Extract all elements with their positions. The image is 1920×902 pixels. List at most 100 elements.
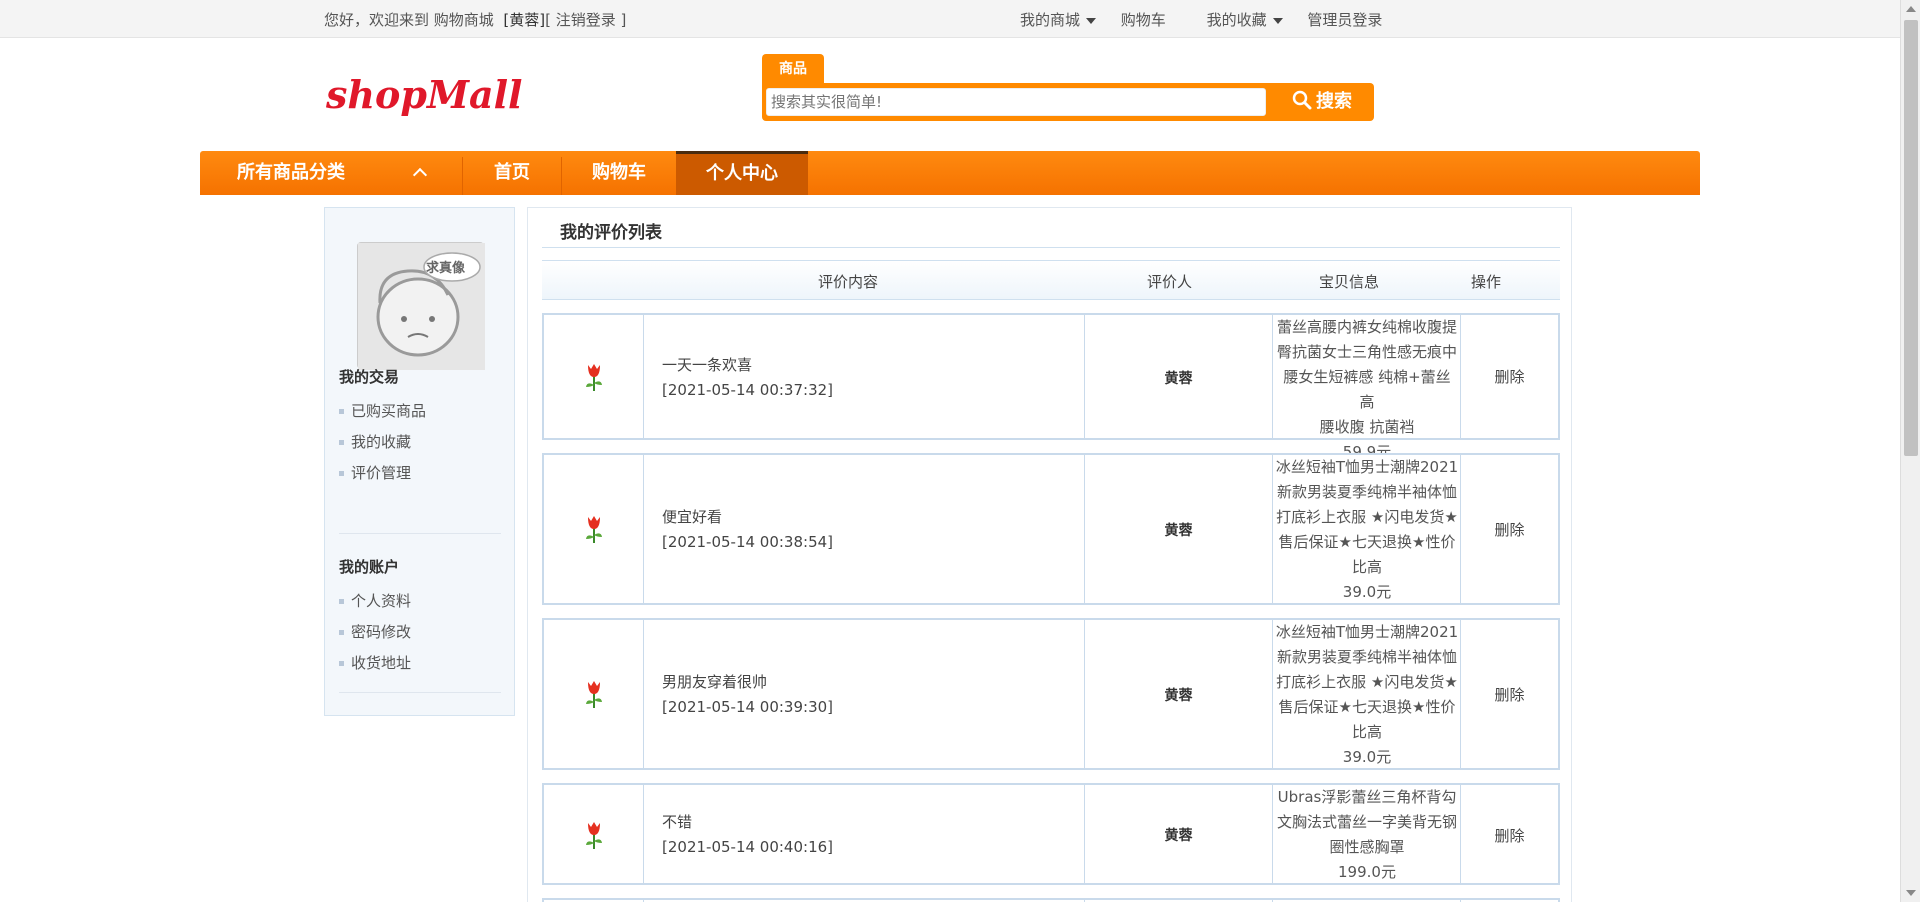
table-row: 男朋友穿着很帅 [2021-05-14 00:39:30] 黄蓉 冰丝短袖T恤男… xyxy=(542,618,1560,770)
review-list-panel: 我的评价列表 评价内容 评价人 宝贝信息 操作 一天一条欢喜 [2021-05-… xyxy=(527,207,1572,902)
review-time: [2021-05-14 00:40:16] xyxy=(662,838,834,856)
review-content-cell: 不错 [2021-05-14 00:40:16] xyxy=(644,785,1085,883)
sidebar: 求真像 我的交易 已购买商品 我的收藏 评价管理 我的账户 个人资料 密码修改 … xyxy=(324,207,515,716)
sidebar-item-profile[interactable]: 个人资料 xyxy=(339,590,411,611)
action-cell: 删除 xyxy=(1461,785,1558,883)
flower-icon xyxy=(586,681,602,708)
favorites-label: 我的收藏 xyxy=(1206,11,1267,29)
scroll-up-icon[interactable] xyxy=(1906,6,1916,12)
goods-title-line[interactable]: 冰丝短袖T恤男士潮牌2021 xyxy=(1275,455,1459,480)
column-header-reviewer: 评价人 xyxy=(1147,273,1193,291)
goods-price: 39.0元 xyxy=(1342,583,1392,601)
table-row: 一天一条欢喜 [2021-05-14 00:37:32] 黄蓉 蕾丝高腰内裤女纯… xyxy=(542,313,1560,461)
search-button[interactable]: 搜索 xyxy=(1274,88,1370,116)
review-text: 一天一条欢喜 xyxy=(662,356,753,374)
goods-title-line[interactable]: 蕾丝高腰内裤女纯棉收腹提 xyxy=(1275,315,1459,340)
goods-title-line[interactable]: 新款男装夏季纯棉半袖体恤 xyxy=(1275,645,1459,670)
search-button-label: 搜索 xyxy=(1316,91,1352,112)
avatar-caption: 求真像 xyxy=(426,261,466,276)
top-bar: 您好，欢迎来到 购物商城 [黄蓉][ 注销登录 ] 我的商城 购物车 我的收藏 … xyxy=(0,0,1900,38)
delete-button[interactable]: 删除 xyxy=(1461,366,1558,387)
goods-title-line[interactable]: 腰收腹 抗菌裆 xyxy=(1275,415,1459,440)
goods-title-line[interactable]: 打底衫上衣服 ★闪电发货★ xyxy=(1275,670,1459,695)
search-box: 搜索 xyxy=(762,83,1374,121)
chevron-down-icon xyxy=(1272,17,1283,24)
review-time: [2021-05-14 00:39:30] xyxy=(662,698,834,716)
table-row: 不错 [2021-05-14 00:40:16] 黄蓉 Ubras浮影蕾丝三角杯… xyxy=(542,783,1560,885)
section-title-trade: 我的交易 xyxy=(339,368,400,386)
reviewer-name: 黄蓉 xyxy=(1164,371,1193,387)
flower-icon xyxy=(586,364,602,391)
all-categories-label: 所有商品分类 xyxy=(237,162,345,183)
sidebar-item-address[interactable]: 收货地址 xyxy=(339,652,411,673)
avatar[interactable]: 求真像 xyxy=(357,242,485,370)
all-categories-menu[interactable]: 所有商品分类 xyxy=(200,151,462,195)
goods-cell: 冰丝短袖T恤男士潮牌2021 新款男装夏季纯棉半袖体恤 打底衫上衣服 ★闪电发货… xyxy=(1273,455,1461,603)
reviewer-name: 黄蓉 xyxy=(1164,828,1193,844)
delete-button[interactable]: 删除 xyxy=(1461,519,1558,540)
action-cell: 删除 xyxy=(1461,455,1558,603)
page-scrollbar[interactable] xyxy=(1900,0,1920,902)
goods-title-line[interactable]: 售后保证★七天退换★性价 xyxy=(1275,530,1459,555)
goods-title-line[interactable]: 比高 xyxy=(1275,720,1459,745)
table-row: 便宜好看 [2021-05-14 00:38:54] 黄蓉 冰丝短袖T恤男士潮牌… xyxy=(542,453,1560,605)
goods-title-line[interactable]: 圈性感胸罩 xyxy=(1275,835,1459,860)
flower-icon xyxy=(586,516,602,543)
page-title: 我的评价列表 xyxy=(560,223,662,243)
avatar-placeholder-icon xyxy=(358,243,485,370)
sidebar-item-purchased[interactable]: 已购买商品 xyxy=(339,400,426,421)
delete-button[interactable]: 删除 xyxy=(1461,825,1558,846)
review-text: 便宜好看 xyxy=(662,508,723,526)
sidebar-item-reviews[interactable]: 评价管理 xyxy=(339,462,411,483)
search-input[interactable] xyxy=(766,88,1266,116)
site-name: 购物商城 xyxy=(433,11,494,29)
username: [黄蓉] xyxy=(503,11,546,29)
goods-title-line[interactable]: 腰女生短裤感 纯棉+蕾丝 高 xyxy=(1275,365,1459,415)
section-title-account: 我的账户 xyxy=(339,558,400,576)
goods-title-line[interactable]: 臀抗菌女士三角性感无痕中 xyxy=(1275,340,1459,365)
goods-title-line[interactable]: 售后保证★七天退换★性价 xyxy=(1275,695,1459,720)
chevron-down-icon xyxy=(1086,17,1097,24)
sidebar-divider xyxy=(339,692,501,693)
table-row xyxy=(542,898,1560,902)
flower-cell xyxy=(544,620,644,768)
logout-link[interactable]: [ 注销登录 ] xyxy=(545,11,626,29)
nav-item-cart[interactable]: 购物车 xyxy=(562,151,676,195)
scrollbar-thumb[interactable] xyxy=(1904,20,1918,456)
table-header: 评价内容 评价人 宝贝信息 操作 xyxy=(542,260,1560,300)
scroll-down-icon[interactable] xyxy=(1906,890,1916,896)
action-cell: 删除 xyxy=(1461,620,1558,768)
reviewer-cell: 黄蓉 xyxy=(1085,455,1273,603)
flower-icon xyxy=(586,822,602,849)
review-content-cell: 便宜好看 [2021-05-14 00:38:54] xyxy=(644,455,1085,603)
favorites-link[interactable]: 我的收藏 xyxy=(1207,9,1283,30)
admin-login-link[interactable]: 管理员登录 xyxy=(1307,9,1382,30)
goods-title-line[interactable]: 比高 xyxy=(1275,555,1459,580)
my-mall-link[interactable]: 我的商城 xyxy=(1020,9,1097,30)
goods-title-line[interactable]: 文胸法式蕾丝一字美背无钢 xyxy=(1275,810,1459,835)
sidebar-item-favorites[interactable]: 我的收藏 xyxy=(339,431,411,452)
reviewer-name: 黄蓉 xyxy=(1164,523,1193,539)
goods-cell: 冰丝短袖T恤男士潮牌2021 新款男装夏季纯棉半袖体恤 打底衫上衣服 ★闪电发货… xyxy=(1273,620,1461,768)
review-content-cell: 男朋友穿着很帅 [2021-05-14 00:39:30] xyxy=(644,620,1085,768)
reviewer-cell: 黄蓉 xyxy=(1085,620,1273,768)
goods-title-line[interactable]: Ubras浮影蕾丝三角杯背勾 xyxy=(1275,785,1459,810)
reviewer-cell: 黄蓉 xyxy=(1085,785,1273,883)
delete-button[interactable]: 删除 xyxy=(1461,684,1558,705)
goods-title-line[interactable]: 新款男装夏季纯棉半袖体恤 xyxy=(1275,480,1459,505)
nav-item-personal-center[interactable]: 个人中心 xyxy=(676,151,808,195)
goods-title-line[interactable]: 冰丝短袖T恤男士潮牌2021 xyxy=(1275,620,1459,645)
sidebar-item-password[interactable]: 密码修改 xyxy=(339,621,411,642)
column-header-content: 评价内容 xyxy=(818,273,879,291)
reviewer-name: 黄蓉 xyxy=(1164,688,1193,704)
cart-link[interactable]: 购物车 xyxy=(1121,9,1166,30)
review-time: [2021-05-14 00:37:32] xyxy=(662,381,834,399)
welcome-prefix: 您好，欢迎来到 xyxy=(324,11,430,29)
goods-title-line[interactable]: 打底衫上衣服 ★闪电发货★ xyxy=(1275,505,1459,530)
goods-cell: 蕾丝高腰内裤女纯棉收腹提 臀抗菌女士三角性感无痕中 腰女生短裤感 纯棉+蕾丝 高… xyxy=(1273,315,1461,461)
shopmall-logo[interactable]: shopMall xyxy=(324,70,544,126)
nav-item-home[interactable]: 首页 xyxy=(463,151,561,195)
goods-price: 199.0元 xyxy=(1338,863,1396,881)
search-tab-goods[interactable]: 商品 xyxy=(762,54,824,84)
my-mall-label: 我的商城 xyxy=(1020,11,1081,29)
